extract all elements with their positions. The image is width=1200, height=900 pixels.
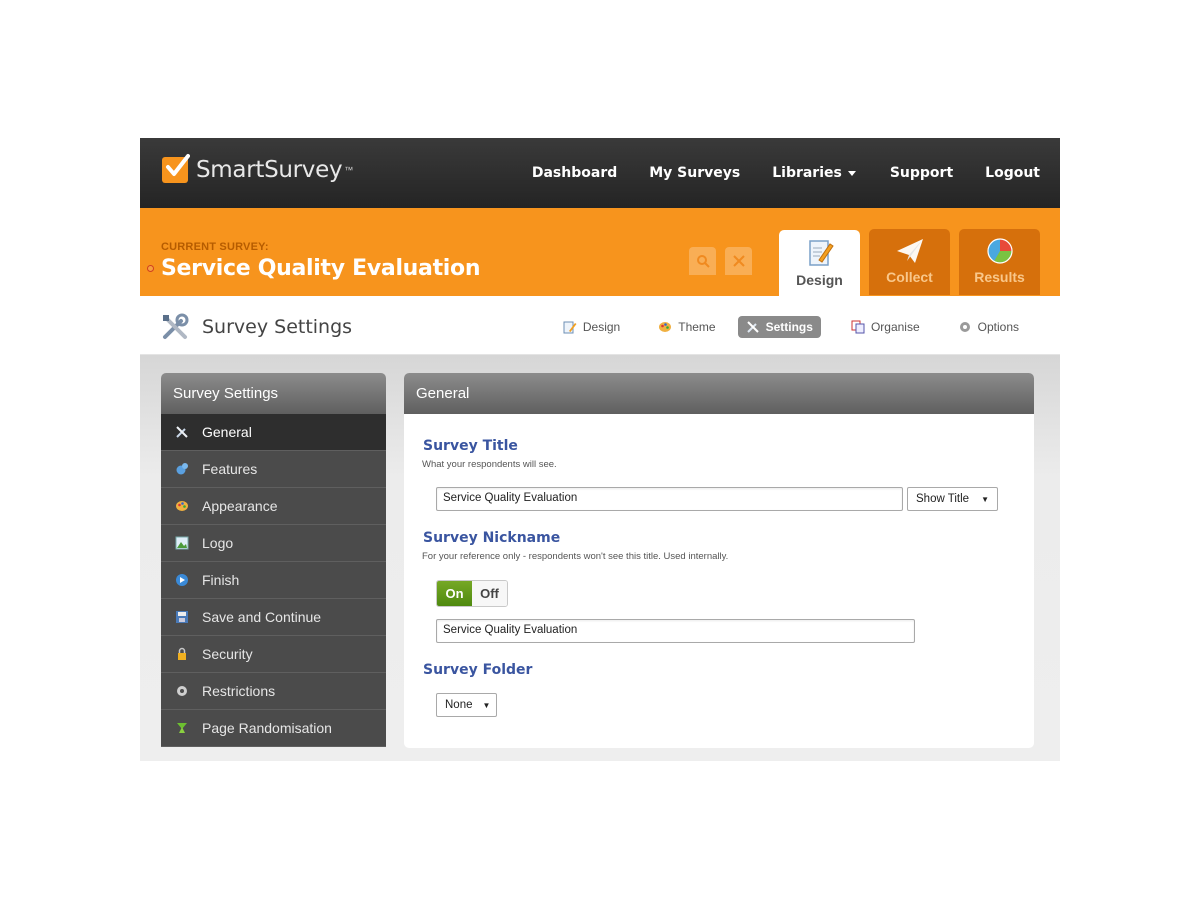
sidebar-item-page-randomisation[interactable]: Page Randomisation	[161, 710, 386, 747]
magnifier-icon	[696, 255, 710, 268]
gear-icon	[175, 684, 189, 698]
tools-small-icon	[732, 255, 745, 267]
app-window: SmartSurvey ™ Dashboard My Surveys Libra…	[140, 138, 1060, 761]
lock-icon	[175, 647, 189, 661]
nickname-toggle[interactable]: On Off	[436, 580, 508, 607]
dropdown-arrow-icon: ▼	[981, 494, 989, 504]
tab-design[interactable]: Design	[779, 230, 860, 297]
settings-sidebar: Survey Settings General Features Appeara…	[161, 373, 386, 747]
sidebar-item-general[interactable]: General	[161, 414, 386, 451]
title-display-select[interactable]: Show Title ▼	[907, 487, 998, 511]
tools-icon	[163, 313, 189, 339]
current-survey-title: Service Quality Evaluation	[161, 256, 481, 281]
shuffle-icon	[175, 721, 189, 735]
survey-folder-select[interactable]: None ▼	[436, 693, 497, 717]
tools-button[interactable]	[725, 247, 752, 275]
page-header: Survey Settings Design Theme Settings Or…	[140, 296, 1060, 355]
main-nav: Dashboard My Surveys Libraries Support L…	[500, 138, 1040, 208]
sidebar-item-restrictions[interactable]: Restrictions	[161, 673, 386, 710]
survey-nickname-input[interactable]: Service Quality Evaluation	[436, 619, 915, 643]
paper-plane-icon	[896, 239, 923, 263]
general-settings-panel: General Survey Title What your responden…	[404, 373, 1034, 748]
sidebar-item-security[interactable]: Security	[161, 636, 386, 673]
gear-icon	[959, 322, 970, 332]
subnav-design[interactable]: Design	[555, 316, 628, 338]
sidebar-item-label: Logo	[202, 535, 234, 551]
subnav-theme[interactable]: Theme	[650, 316, 723, 338]
sidebar-item-label: Page Randomisation	[202, 720, 332, 736]
subnav-design-label: Design	[582, 320, 621, 334]
finish-icon	[175, 573, 189, 587]
survey-title-label: Survey Title	[423, 438, 518, 454]
tab-collect[interactable]: Collect	[869, 229, 950, 295]
trademark: ™	[344, 165, 354, 175]
subnav-organise[interactable]: Organise	[843, 316, 928, 338]
sidebar-item-label: General	[202, 424, 252, 440]
caret-down-icon	[847, 170, 856, 176]
survey-title-input[interactable]: Service Quality Evaluation	[436, 487, 903, 511]
tab-results-label: Results	[974, 269, 1025, 285]
title-display-value: Show Title	[916, 493, 970, 505]
status-dot-icon	[147, 265, 154, 272]
image-icon	[175, 536, 189, 550]
sidebar-item-features[interactable]: Features	[161, 451, 386, 488]
subnav-options[interactable]: Options	[950, 316, 1027, 338]
design-sub-nav: Design Theme Settings Organise Options	[533, 316, 1027, 338]
tools-icon	[175, 425, 189, 439]
nav-libraries[interactable]: Libraries	[772, 165, 856, 181]
subnav-theme-label: Theme	[678, 320, 716, 334]
tab-design-label: Design	[796, 272, 843, 288]
pages-icon	[851, 320, 865, 334]
floppy-icon	[175, 610, 189, 624]
checkmark-logo-icon	[162, 154, 190, 183]
top-nav-bar: SmartSurvey ™ Dashboard My Surveys Libra…	[140, 138, 1060, 208]
survey-folder-value: None	[445, 699, 473, 711]
survey-title-help: What your respondents will see.	[422, 459, 557, 470]
sidebar-title: Survey Settings	[161, 373, 386, 414]
brand-name: SmartSurvey	[196, 157, 343, 183]
subnav-options-label: Options	[977, 320, 1019, 334]
subnav-settings-label: Settings	[765, 320, 813, 334]
toggle-off[interactable]: Off	[472, 581, 507, 606]
subnav-organise-label: Organise	[870, 320, 920, 334]
sidebar-item-label: Appearance	[202, 498, 278, 514]
nav-my-surveys[interactable]: My Surveys	[649, 165, 740, 181]
sidebar-item-label: Features	[202, 461, 258, 477]
settings-main-area: Survey Settings General Features Appeara…	[140, 355, 1060, 761]
survey-nickname-help: For your reference only - respondents wo…	[422, 551, 729, 562]
nav-libraries-label: Libraries	[772, 165, 842, 181]
survey-folder-label: Survey Folder	[423, 662, 533, 678]
palette-icon	[659, 322, 672, 332]
nav-logout[interactable]: Logout	[985, 165, 1040, 181]
survey-nickname-label: Survey Nickname	[423, 530, 561, 546]
tab-collect-label: Collect	[886, 269, 933, 285]
pencil-icon	[563, 321, 577, 334]
current-survey-banner: CURRENT SURVEY: Service Quality Evaluati…	[140, 208, 1060, 297]
preview-button[interactable]	[689, 247, 716, 275]
sidebar-item-label: Security	[202, 646, 253, 662]
current-survey-label: CURRENT SURVEY:	[161, 241, 269, 253]
subnav-settings[interactable]: Settings	[737, 316, 821, 338]
page-title: Survey Settings	[202, 316, 353, 338]
nav-dashboard[interactable]: Dashboard	[532, 165, 617, 181]
toggle-on[interactable]: On	[437, 581, 472, 606]
smartsurvey-logo[interactable]: SmartSurvey ™	[162, 154, 354, 183]
panel-title: General	[404, 373, 1034, 414]
nav-support[interactable]: Support	[890, 165, 953, 181]
tools-icon	[746, 321, 759, 333]
pie-chart-icon	[986, 238, 1013, 264]
features-icon	[175, 462, 189, 476]
sidebar-item-logo[interactable]: Logo	[161, 525, 386, 562]
sidebar-item-label: Save and Continue	[202, 609, 322, 625]
sidebar-item-finish[interactable]: Finish	[161, 562, 386, 599]
sidebar-item-save-continue[interactable]: Save and Continue	[161, 599, 386, 636]
tab-results[interactable]: Results	[959, 229, 1040, 295]
pencil-doc-icon	[808, 240, 834, 266]
sidebar-item-label: Restrictions	[202, 683, 276, 699]
palette-icon	[175, 499, 189, 513]
dropdown-arrow-icon: ▼	[482, 700, 491, 710]
sidebar-item-appearance[interactable]: Appearance	[161, 488, 386, 525]
sidebar-item-label: Finish	[202, 572, 240, 588]
